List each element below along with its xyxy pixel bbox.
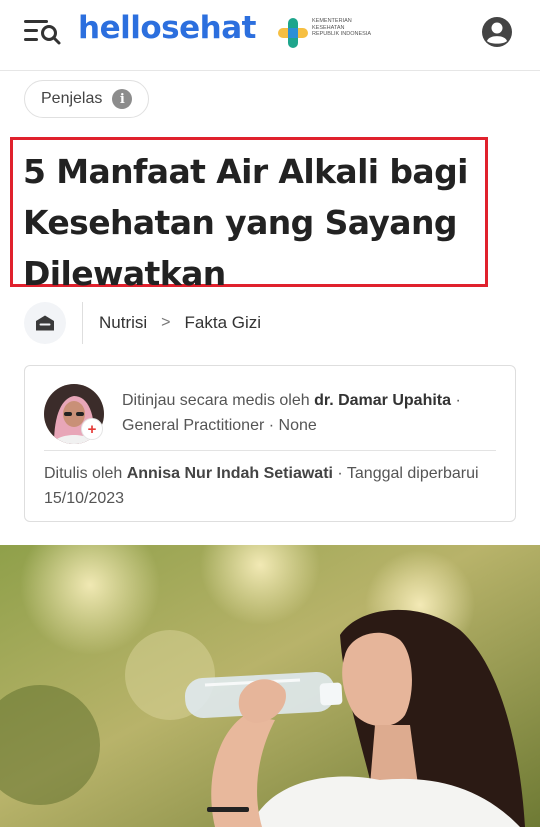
review-prefix: Ditinjau secara medis oleh bbox=[122, 392, 315, 409]
breadcrumb-item-nutrisi[interactable]: Nutrisi bbox=[99, 313, 147, 333]
article-title: 5 Manfaat Air Alkali bagi Kesehatan yang… bbox=[23, 152, 468, 293]
author-text: Ditulis oleh Annisa Nur Indah Setiawati … bbox=[44, 461, 504, 511]
kemenkes-logo: KEMENTERIAN KESEHATAN REPUBLIK INDONESIA bbox=[276, 16, 371, 52]
kemenkes-text: KEMENTERIAN KESEHATAN REPUBLIK INDONESIA bbox=[312, 18, 371, 37]
breadcrumb-divider bbox=[82, 302, 83, 344]
home-icon[interactable] bbox=[24, 302, 66, 344]
author-name[interactable]: Annisa Nur Indah Setiawati bbox=[127, 465, 333, 482]
medical-review-text: Ditinjau secara medis oleh dr. Damar Upa… bbox=[122, 388, 502, 438]
info-icon[interactable]: i bbox=[112, 89, 133, 109]
user-avatar-icon[interactable] bbox=[481, 16, 513, 48]
chevron-right-icon: > bbox=[161, 314, 171, 331]
author-prefix: Ditulis oleh bbox=[44, 465, 127, 482]
author-review-card: + Ditinjau secara medis oleh dr. Damar U… bbox=[24, 365, 516, 522]
hero-image bbox=[0, 545, 540, 827]
hellosehat-logo[interactable]: hellosehat bbox=[78, 10, 256, 46]
menu-search-icon[interactable] bbox=[22, 16, 62, 46]
top-navbar: hellosehat KEMENTERIAN KESEHATAN REPUBLI… bbox=[0, 0, 540, 71]
reviewer-name[interactable]: dr. Damar Upahita bbox=[314, 392, 451, 409]
medical-cross-icon: + bbox=[81, 418, 103, 440]
breadcrumb: Nutrisi > Fakta Gizi bbox=[24, 302, 524, 344]
article-type-chip[interactable]: Penjelas i bbox=[24, 80, 150, 118]
chip-label: Penjelas bbox=[41, 90, 103, 107]
card-divider bbox=[44, 450, 496, 451]
kemenkes-logo-icon bbox=[278, 18, 308, 48]
breadcrumb-item-fakta-gizi[interactable]: Fakta Gizi bbox=[185, 313, 262, 333]
